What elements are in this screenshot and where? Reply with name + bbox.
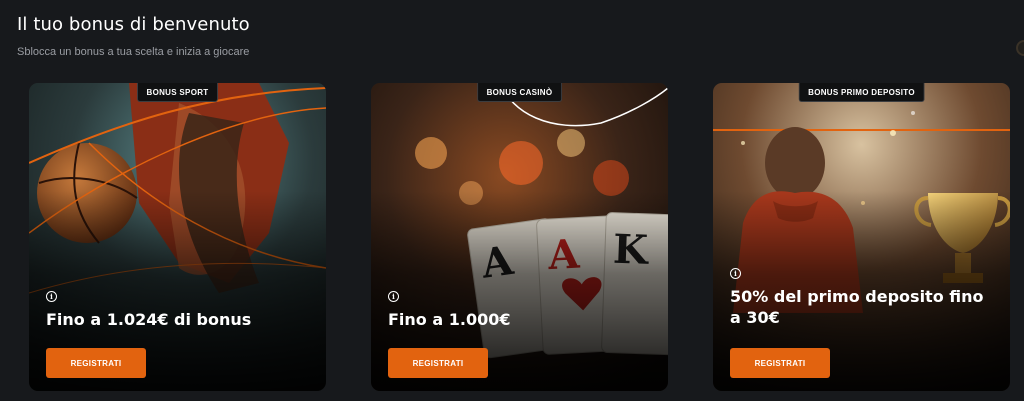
card-shade [29, 83, 326, 391]
register-button[interactable]: REGISTRATI [46, 348, 146, 378]
bonus-headline: 50% del primo deposito fino a 30€ [730, 287, 984, 327]
bonus-headline: Fino a 1.000€ [388, 310, 511, 329]
register-button[interactable]: REGISTRATI [388, 348, 488, 378]
bonus-card-casino[interactable]: A A K BONUS CASINÒ i Fino a 1.000€ REGIS… [371, 83, 668, 391]
carousel-next-icon[interactable] [1016, 40, 1024, 56]
register-button[interactable]: REGISTRATI [730, 348, 830, 378]
bonus-card-first-deposit[interactable]: BONUS PRIMO DEPOSITO i 50% del primo dep… [713, 83, 1010, 391]
bonus-card-sport[interactable]: BONUS SPORT i Fino a 1.024€ di bonus REG… [29, 83, 326, 391]
bonus-tag: BONUS SPORT [136, 83, 219, 102]
bonus-headline: Fino a 1.024€ di bonus [46, 310, 252, 329]
info-icon[interactable]: i [730, 268, 741, 279]
page-subtitle: Sblocca un bonus a tua scelta e inizia a… [17, 46, 250, 58]
info-icon[interactable]: i [46, 291, 57, 302]
bonus-tag: BONUS PRIMO DEPOSITO [798, 83, 925, 102]
page-title: Il tuo bonus di benvenuto [17, 14, 250, 35]
info-icon[interactable]: i [388, 291, 399, 302]
bonus-tag: BONUS CASINÒ [476, 83, 563, 102]
card-shade [371, 83, 668, 391]
card-shade [713, 83, 1010, 391]
